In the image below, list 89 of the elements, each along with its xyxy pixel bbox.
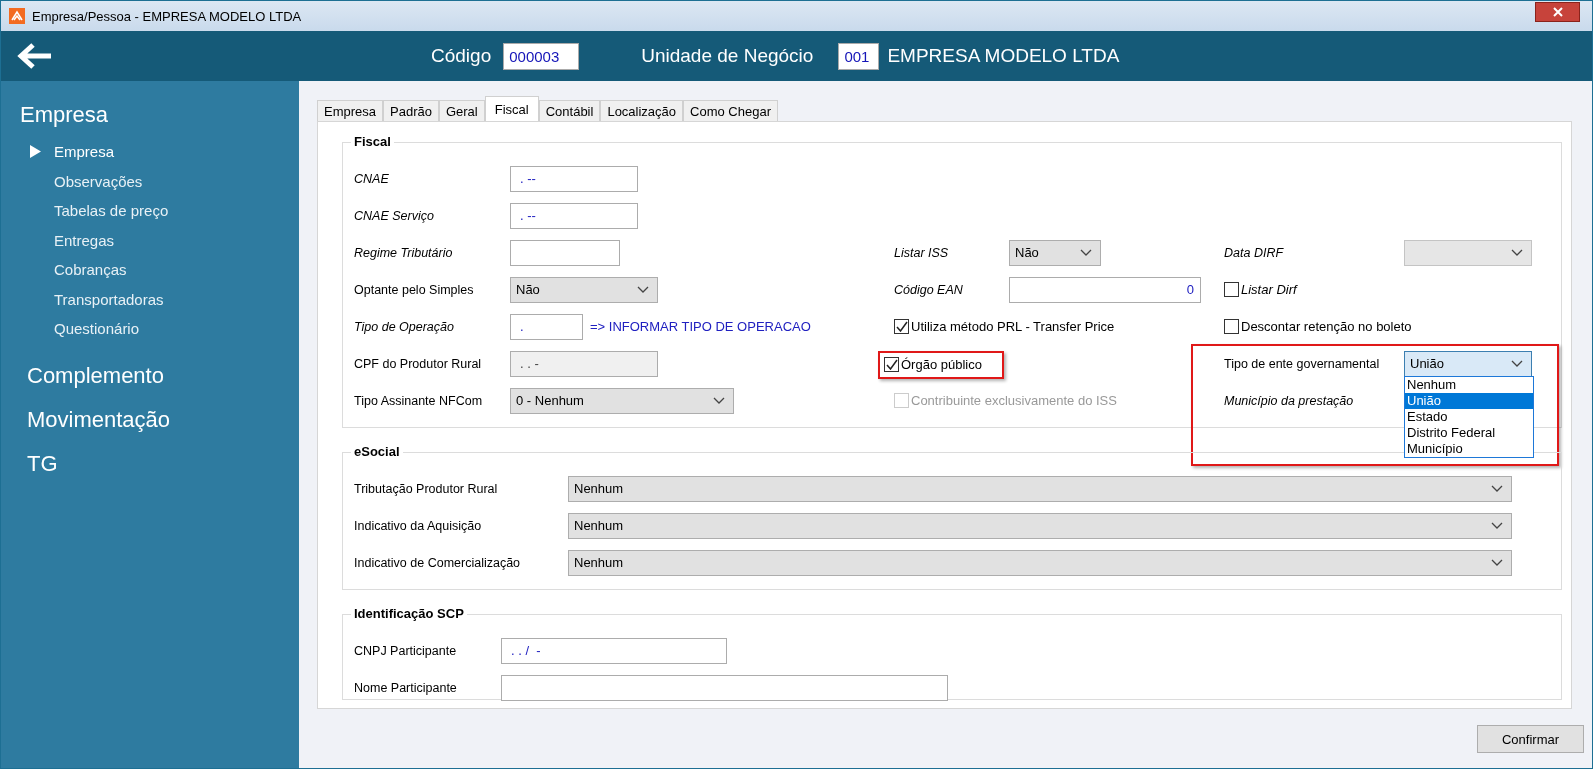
caret-icon bbox=[1080, 249, 1092, 256]
caret-icon bbox=[637, 286, 649, 293]
checkbox-label: Listar Dirf bbox=[1241, 282, 1297, 297]
checkbox[interactable] bbox=[1224, 319, 1239, 334]
tab[interactable]: Localização bbox=[600, 100, 684, 121]
sidebar-section[interactable]: Empresa bbox=[1, 93, 299, 137]
checkbox-label: Utiliza método PRL - Transfer Price bbox=[911, 319, 1115, 334]
tab[interactable]: Geral bbox=[438, 100, 485, 121]
checkbox-label: Contribuinte exclusivamente do ISS bbox=[911, 393, 1117, 408]
checkbox[interactable] bbox=[894, 319, 909, 334]
hint-text: => INFORMAR TIPO DE OPERACAO bbox=[590, 319, 811, 334]
caret-icon bbox=[713, 397, 725, 404]
input-field[interactable]: 0 bbox=[1009, 276, 1201, 303]
group-title: eSocial bbox=[351, 444, 403, 459]
field-label: Tributação Produtor Rural bbox=[354, 481, 499, 496]
company-name: EMPRESA MODELO LTDA bbox=[887, 45, 1120, 67]
input-field[interactable]: 000003 bbox=[503, 42, 580, 70]
caret-icon bbox=[1491, 559, 1503, 566]
caret-icon bbox=[1491, 522, 1503, 529]
input-field[interactable] bbox=[510, 239, 620, 266]
tab[interactable]: Contábil bbox=[538, 100, 601, 121]
window-title: Empresa/Pessoa - EMPRESA MODELO LTDA bbox=[32, 8, 303, 24]
checkbox-label: Descontar retenção no boleto bbox=[1241, 319, 1412, 334]
play-icon bbox=[29, 145, 42, 159]
sidebar-item[interactable]: Cobranças bbox=[1, 255, 299, 285]
sidebar-item[interactable]: Tabelas de preço bbox=[1, 196, 299, 226]
field-label: Tipo de Operação bbox=[354, 319, 455, 334]
input-field[interactable]: . bbox=[510, 313, 583, 340]
back-arrow-icon[interactable] bbox=[17, 42, 53, 70]
field-label: Tipo Assinante NFCom bbox=[354, 393, 484, 408]
input-field[interactable] bbox=[501, 674, 948, 701]
dropdown-option[interactable]: Estado bbox=[1405, 409, 1533, 425]
field-label: Data DIRF bbox=[1224, 245, 1285, 260]
caret-icon bbox=[1511, 360, 1523, 367]
check-icon bbox=[885, 358, 898, 370]
confirm-button[interactable]: Confirmar bbox=[1477, 725, 1584, 753]
sidebar-item[interactable]: Transportadoras bbox=[1, 284, 299, 314]
checkbox[interactable] bbox=[884, 356, 899, 372]
dropdown-option[interactable]: Município bbox=[1405, 441, 1533, 457]
field-label: Optante pelo Simples bbox=[354, 282, 475, 297]
sidebar-section[interactable]: Complemento bbox=[1, 353, 299, 398]
field-label: CNAE Serviço bbox=[354, 208, 435, 223]
group-title: Identificação SCP bbox=[351, 606, 467, 621]
input-field[interactable]: . -- bbox=[510, 165, 638, 192]
sidebar-item[interactable]: Entregas bbox=[1, 225, 299, 255]
field-label: Unidade de Negócio bbox=[641, 45, 814, 67]
check-icon bbox=[895, 321, 908, 332]
caret-icon bbox=[1491, 485, 1503, 492]
dropdown-option[interactable]: Nenhum bbox=[1405, 377, 1533, 393]
dropdown[interactable]: Não bbox=[1009, 239, 1101, 266]
group-title: Fiscal bbox=[351, 134, 394, 149]
dropdown[interactable]: Nenhum bbox=[568, 512, 1512, 539]
dropdown[interactable]: 0 - Nenhum bbox=[510, 387, 734, 414]
field-label: Regime Tributário bbox=[354, 245, 454, 260]
input-field[interactable]: . . / - bbox=[501, 637, 727, 664]
close-icon bbox=[1552, 7, 1563, 17]
tab[interactable]: Como Chegar bbox=[683, 100, 778, 121]
field-label: Município da prestação bbox=[1224, 393, 1355, 408]
field-label: CNPJ Participante bbox=[354, 643, 458, 658]
field-label: Tipo de ente governamental bbox=[1224, 356, 1381, 371]
dropdown[interactable]: União bbox=[1404, 350, 1532, 377]
checkbox[interactable] bbox=[1224, 282, 1239, 297]
dropdown-option[interactable]: União bbox=[1405, 393, 1533, 409]
dropdown[interactable]: Não bbox=[510, 276, 658, 303]
dropdown-option[interactable]: Distrito Federal bbox=[1405, 425, 1533, 441]
input-field[interactable]: 001 bbox=[838, 42, 880, 70]
caret-icon bbox=[1511, 249, 1523, 256]
field-label: CPF do Produtor Rural bbox=[354, 356, 483, 371]
field-label: Indicativo da Aquisição bbox=[354, 518, 483, 533]
field-label: Indicativo de Comercialização bbox=[354, 555, 522, 570]
tab[interactable]: Empresa bbox=[317, 100, 384, 121]
sidebar-item[interactable]: Empresa bbox=[1, 137, 299, 167]
dropdown[interactable]: Nenhum bbox=[568, 549, 1512, 576]
field-label: Nome Participante bbox=[354, 680, 458, 695]
sidebar-item[interactable]: Questionário bbox=[1, 314, 299, 344]
input-field[interactable]: . -- bbox=[510, 202, 638, 229]
tab[interactable]: Padrão bbox=[383, 100, 439, 121]
sidebar-section[interactable]: TG bbox=[1, 441, 299, 486]
checkbox-label: Órgão público bbox=[901, 356, 982, 372]
field-label: Código EAN bbox=[894, 282, 964, 297]
close-button[interactable] bbox=[1535, 2, 1580, 22]
sidebar-item[interactable]: Observações bbox=[1, 166, 299, 196]
field-label: Listar ISS bbox=[894, 245, 950, 260]
app-icon bbox=[9, 8, 25, 24]
tab[interactable]: Fiscal bbox=[484, 96, 539, 121]
dropdown[interactable]: Nenhum bbox=[568, 475, 1512, 502]
field-label: CNAE bbox=[354, 171, 390, 186]
sidebar-section[interactable]: Movimentação bbox=[1, 397, 299, 442]
field-label: Código bbox=[431, 45, 492, 67]
